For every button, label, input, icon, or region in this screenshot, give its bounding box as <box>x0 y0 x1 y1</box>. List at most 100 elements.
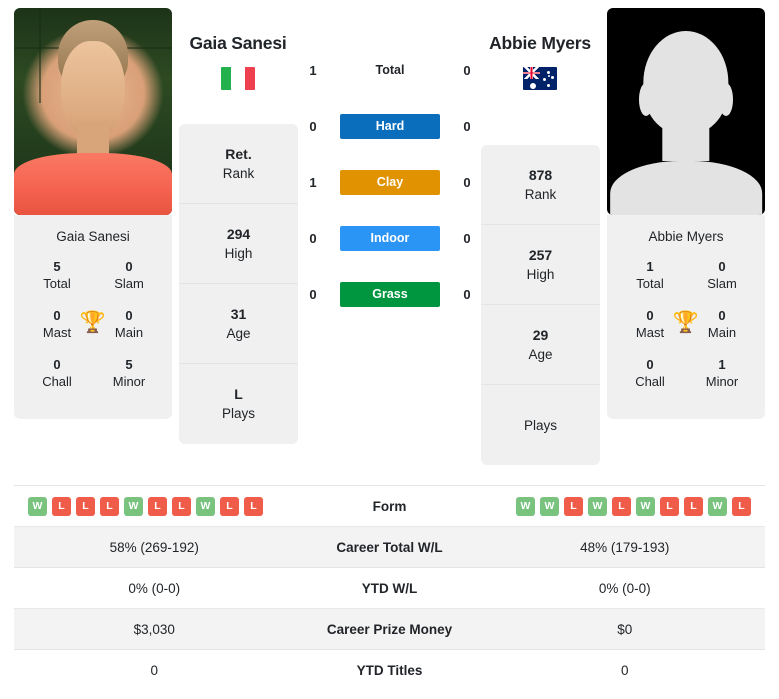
form-badges-right: WWLWLWLLWL <box>485 496 766 516</box>
h2h-left-count: 1 <box>309 174 317 190</box>
au-flag-icon <box>523 67 557 90</box>
titles-mast-label: Mast <box>42 325 72 340</box>
form-badge[interactable]: L <box>52 496 71 516</box>
comparison-top-section: Gaia Sanesi 🏆 5 Total 0 Slam 0 Mast 0 Ma… <box>0 0 779 470</box>
player-titles-card-left: Gaia Sanesi 🏆 5 Total 0 Slam 0 Mast 0 Ma… <box>14 215 172 419</box>
stat-row-label: YTD Titles <box>356 662 423 678</box>
h2h-row-total: 1 Total 0 <box>300 56 480 84</box>
titles-total-value: 1 <box>646 259 654 274</box>
h2h-right-count: 0 <box>463 286 471 302</box>
flag-star <box>547 71 551 75</box>
profile-cell-plays: L Plays <box>179 364 298 444</box>
profile-cell-plays: Plays <box>481 385 600 465</box>
flag-star <box>547 84 551 88</box>
titles-mast-value: 0 <box>53 308 61 323</box>
profile-cell-rank: 878 Rank <box>481 145 600 225</box>
form-badge[interactable]: W <box>28 496 47 516</box>
h2h-right-count: 0 <box>463 118 471 134</box>
player-name-right[interactable]: Abbie Myers <box>460 33 620 54</box>
titles-main-value: 0 <box>125 308 133 323</box>
h2h-surface-label[interactable]: Hard <box>340 113 440 139</box>
titles-grid-left: 🏆 5 Total 0 Slam 0 Mast 0 Main 0 Chall 5… <box>14 258 172 405</box>
form-badge[interactable]: L <box>564 496 583 516</box>
form-badge[interactable]: L <box>684 496 703 516</box>
stat-row-label: Career Total W/L <box>336 539 443 555</box>
player-name-left[interactable]: Gaia Sanesi <box>158 33 318 54</box>
titles-minor-value: 1 <box>718 357 726 372</box>
flag-star <box>551 76 555 80</box>
titles-main-label: Main <box>707 325 737 340</box>
player-photo-caption-left: Gaia Sanesi <box>56 229 130 244</box>
stat-value-left: 58% (269-192) <box>109 539 199 555</box>
profile-label: Age <box>226 325 251 341</box>
profile-label: Plays <box>221 406 255 421</box>
titles-minor-label: Minor <box>705 374 739 389</box>
form-badge[interactable]: W <box>540 496 559 516</box>
form-badge[interactable]: W <box>124 496 143 516</box>
titles-grid-right: 🏆 1 Total 0 Slam 0 Mast 0 Main 0 Chall 1… <box>607 258 765 405</box>
stat-row-label: Form <box>372 498 407 514</box>
form-badge[interactable]: L <box>172 496 191 516</box>
titles-mast-value: 0 <box>646 308 654 323</box>
player-profile-panel-left: Ret. Rank 294 High 31 Age L Plays <box>179 124 298 444</box>
titles-chall-left: 0 Chall <box>30 356 84 391</box>
stat-row-label: Career Prize Money <box>326 621 453 637</box>
form-badge[interactable]: L <box>612 496 631 516</box>
form-badge[interactable]: L <box>220 496 239 516</box>
player-header-right: Abbie Myers <box>460 33 620 90</box>
h2h-surface-label[interactable]: Clay <box>340 169 440 195</box>
stats-row: 0% (0-0) YTD W/L 0% (0-0) <box>14 567 765 608</box>
player-header-left: Gaia Sanesi <box>158 33 318 90</box>
form-badge[interactable]: W <box>636 496 655 516</box>
titles-mast-right: 0 Mast <box>623 307 677 342</box>
form-badge[interactable]: W <box>196 496 215 516</box>
player-photo-card-left[interactable] <box>14 8 172 215</box>
form-badge[interactable]: L <box>148 496 167 516</box>
h2h-surface-label-wrap: Clay <box>340 169 440 195</box>
silhouette-shoulders <box>610 161 762 215</box>
stat-value-right: $0 <box>617 621 633 637</box>
titles-row: 0 Chall 5 Minor <box>14 356 172 405</box>
h2h-surface-label[interactable]: Indoor <box>340 225 440 251</box>
titles-slam-value: 0 <box>718 259 726 274</box>
h2h-surface-label: Total <box>375 63 405 77</box>
titles-total-left: 5 Total <box>30 258 84 293</box>
form-badge[interactable]: W <box>516 496 535 516</box>
titles-main-label: Main <box>114 325 144 340</box>
titles-chall-label: Chall <box>635 374 665 389</box>
titles-minor-value: 5 <box>125 357 133 372</box>
form-badge[interactable]: L <box>732 496 751 516</box>
profile-value: 31 <box>230 305 247 322</box>
form-badge[interactable]: L <box>76 496 95 516</box>
h2h-left-count: 1 <box>309 62 317 78</box>
form-badges-left: WLLLWLLWLL <box>14 496 295 516</box>
player-comparison-page: Gaia Sanesi 🏆 5 Total 0 Slam 0 Mast 0 Ma… <box>0 0 779 699</box>
stats-row: $3,030 Career Prize Money $0 <box>14 608 765 649</box>
profile-cell-age: 29 Age <box>481 305 600 385</box>
court-net-vertical <box>39 8 42 104</box>
form-badge[interactable]: L <box>660 496 679 516</box>
profile-cell-high: 257 High <box>481 225 600 305</box>
h2h-right-count: 0 <box>463 230 471 246</box>
profile-value: Ret. <box>225 145 252 162</box>
profile-label: Rank <box>524 186 557 202</box>
h2h-surface-label[interactable]: Grass <box>340 281 440 307</box>
form-badge[interactable]: W <box>588 496 607 516</box>
player-photo-card-right[interactable] <box>607 8 765 215</box>
profile-label: Rank <box>222 165 255 181</box>
h2h-right-count: 0 <box>463 62 471 78</box>
form-badge[interactable]: L <box>100 496 119 516</box>
titles-slam-value: 0 <box>125 259 133 274</box>
h2h-right-count: 0 <box>463 174 471 190</box>
form-badge[interactable]: L <box>244 496 263 516</box>
h2h-left-count: 0 <box>309 286 317 302</box>
stats-row: 58% (269-192) Career Total W/L 48% (179-19… <box>14 526 765 567</box>
flag-star <box>547 75 550 78</box>
stat-value-right: 48% (179-193) <box>580 539 670 555</box>
profile-label: High <box>224 245 253 261</box>
photo-shirt <box>14 152 172 215</box>
form-badge[interactable]: W <box>708 496 727 516</box>
flag-band-red <box>244 67 255 90</box>
player-titles-card-right: Abbie Myers 🏆 1 Total 0 Slam 0 Mast 0 Ma… <box>607 215 765 419</box>
titles-minor-right: 1 Minor <box>695 356 749 391</box>
